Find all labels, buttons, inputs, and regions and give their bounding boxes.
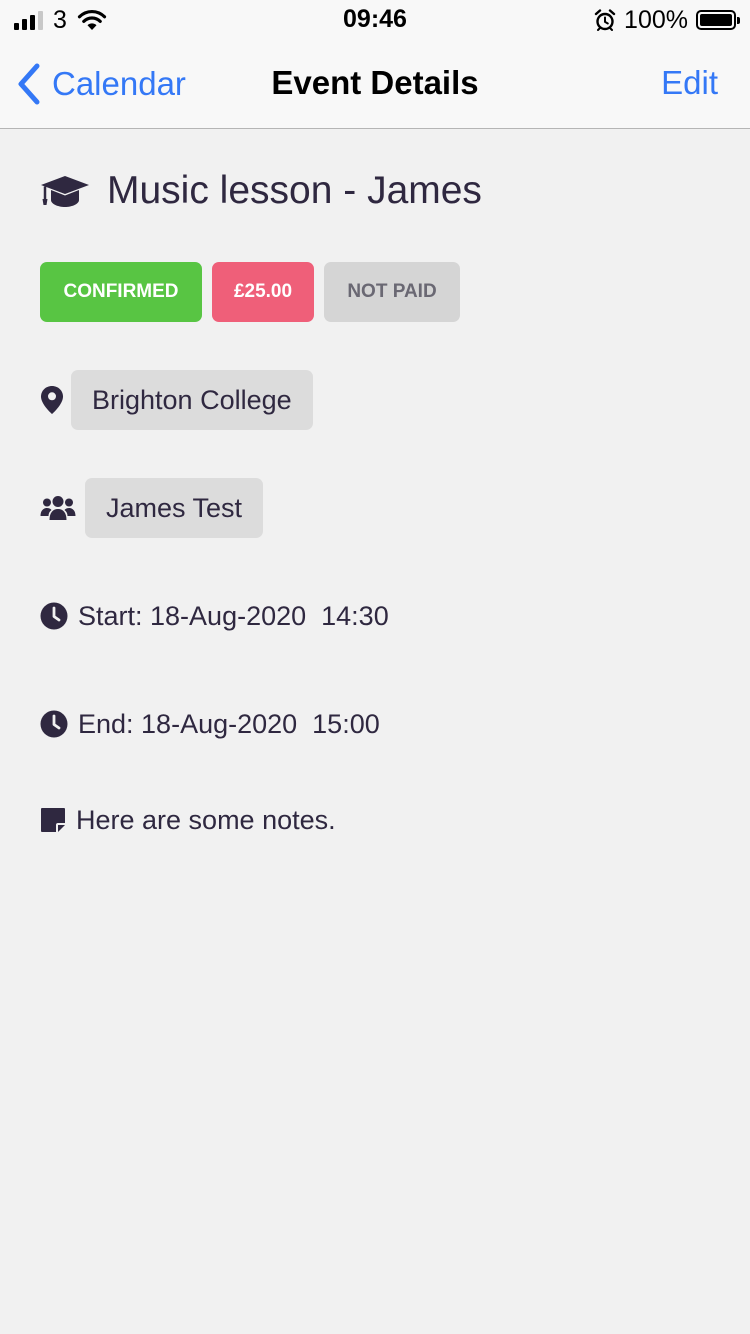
location-row: Brighton College <box>40 370 313 430</box>
start-time-row: Start: 18-Aug-2020 14:30 <box>40 596 389 636</box>
status-bar: 3 09:46 100% <box>0 0 750 40</box>
clock-icon <box>40 710 68 738</box>
payment-status-badge[interactable]: NOT PAID <box>324 262 460 322</box>
start-time: Start: 18-Aug-2020 14:30 <box>78 600 389 631</box>
chevron-left-icon <box>18 63 40 105</box>
map-marker-icon <box>41 386 63 414</box>
end-time: End: 18-Aug-2020 15:00 <box>78 708 380 739</box>
price-badge[interactable]: £25.00 <box>212 262 314 322</box>
back-button[interactable]: Calendar <box>16 62 186 106</box>
event-title-row: Music lesson - James <box>40 166 482 216</box>
confirmed-badge[interactable]: CONFIRMED <box>40 262 202 322</box>
event-title: Music lesson - James <box>107 169 482 212</box>
users-icon <box>40 496 76 520</box>
alarm-icon <box>594 9 616 31</box>
edit-button[interactable]: Edit <box>661 64 718 102</box>
sticky-note-icon <box>41 808 65 832</box>
end-time-row: End: 18-Aug-2020 15:00 <box>40 704 380 744</box>
attendee-row: James Test <box>40 478 264 538</box>
battery-fill <box>700 14 732 26</box>
back-button-label: Calendar <box>52 65 186 102</box>
location-chip[interactable]: Brighton College <box>71 370 313 430</box>
attendee-chip[interactable]: James Test <box>85 478 264 538</box>
status-badges: CONFIRMED £25.00 NOT PAID <box>40 262 460 322</box>
status-bar-right: 100% <box>594 5 740 34</box>
battery-percent: 100% <box>624 5 688 34</box>
navigation-bar: Calendar Event Details Edit <box>0 40 750 129</box>
graduation-cap-icon <box>41 176 89 207</box>
clock-icon <box>40 602 68 630</box>
notes-row: Here are some notes. <box>40 800 336 840</box>
event-notes: Here are some notes. <box>76 804 336 835</box>
battery-icon <box>696 10 740 30</box>
